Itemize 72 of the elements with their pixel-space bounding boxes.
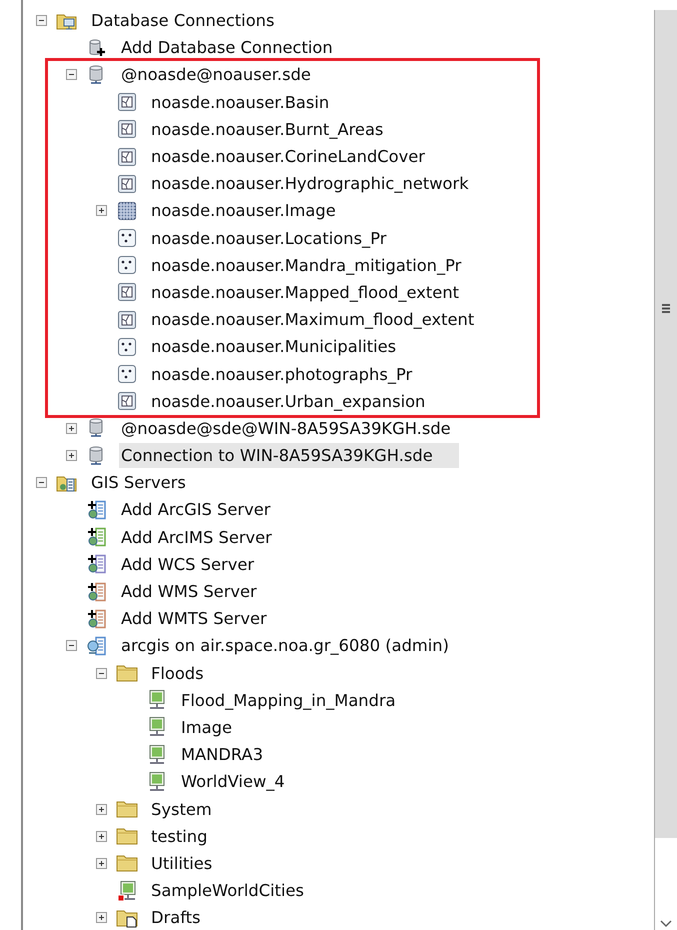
- tree-item[interactable]: noasde.noauser.Locations_Pr: [149, 228, 388, 249]
- tree-item[interactable]: Add WMTS Server: [119, 608, 269, 630]
- tree-item[interactable]: Database Connections: [89, 10, 276, 32]
- collapse-toggle[interactable]: [66, 69, 76, 80]
- map-service-icon: [147, 770, 167, 793]
- polygon-layer-icon: [117, 119, 137, 140]
- tree-item[interactable]: @noasde@sde@WIN-8A59SA39KGH.sde: [119, 418, 453, 439]
- tree-item[interactable]: noasde.noauser.Basin: [149, 92, 332, 113]
- collapse-toggle[interactable]: [36, 477, 46, 488]
- tree-item[interactable]: noasde.noauser.Hydrographic_network: [149, 173, 471, 194]
- tree-item[interactable]: Drafts: [149, 907, 203, 928]
- expand-toggle[interactable]: [96, 205, 106, 216]
- tree-item[interactable]: noasde.noauser.Image: [149, 200, 338, 222]
- expand-toggle[interactable]: [66, 422, 76, 434]
- folder-icon: [116, 799, 138, 820]
- scroll-down-icon[interactable]: [660, 920, 672, 928]
- point-layer-icon: [117, 228, 137, 248]
- tree-item[interactable]: Floods: [149, 662, 206, 684]
- tree-item[interactable]: WorldView_4: [179, 771, 287, 792]
- server-icon: [86, 636, 108, 656]
- tree-item[interactable]: Add Database Connection: [119, 37, 335, 58]
- tree-item[interactable]: arcgis on air.space.noa.gr_6080 (admin): [119, 635, 451, 656]
- point-layer-icon: [117, 364, 137, 384]
- polygon-layer-icon: [117, 92, 137, 112]
- tree-item[interactable]: noasde.noauser.Mandra_mitigation_Pr: [149, 254, 464, 276]
- collapse-toggle[interactable]: [36, 15, 46, 26]
- polygon-layer-icon: [117, 391, 137, 412]
- drafts-folder-icon: [116, 908, 138, 928]
- grip-icon: [661, 303, 671, 314]
- point-layer-icon: [117, 336, 137, 357]
- folder-icon: [116, 663, 138, 684]
- tree-item[interactable]: Add ArcGIS Server: [119, 499, 272, 520]
- tree-item[interactable]: noasde.noauser.Urban_expansion: [149, 390, 428, 412]
- expand-toggle[interactable]: [96, 804, 106, 815]
- tree-item[interactable]: System: [149, 798, 214, 820]
- expand-toggle[interactable]: [96, 830, 106, 842]
- tree-item[interactable]: noasde.noauser.Municipalities: [149, 336, 398, 358]
- tree-item[interactable]: Flood_Mapping_in_Mandra: [179, 690, 398, 711]
- folder-icon: [116, 853, 138, 874]
- map-service-icon: [147, 744, 167, 766]
- map-service-icon: [147, 716, 167, 738]
- tree-item[interactable]: noasde.noauser.Mapped_flood_extent: [149, 282, 462, 303]
- polygon-layer-icon: [117, 310, 137, 330]
- collapse-toggle[interactable]: [66, 640, 76, 652]
- tree-item[interactable]: Add ArcIMS Server: [119, 526, 274, 548]
- polygon-layer-icon: [117, 174, 137, 194]
- expand-toggle[interactable]: [66, 450, 76, 462]
- collapse-toggle[interactable]: [96, 668, 106, 679]
- tree-item[interactable]: testing: [149, 826, 210, 847]
- tree-item[interactable]: Image: [179, 716, 234, 738]
- tree-item[interactable]: Add WCS Server: [119, 554, 256, 575]
- polygon-layer-icon: [117, 282, 137, 302]
- expand-toggle[interactable]: [96, 858, 106, 869]
- tree-item[interactable]: noasde.noauser.photographs_Pr: [149, 364, 414, 385]
- tree-item[interactable]: noasde.noauser.Burnt_Areas: [149, 118, 386, 140]
- polygon-layer-icon: [117, 146, 137, 167]
- expand-toggle[interactable]: [96, 912, 106, 924]
- folder-icon: [116, 826, 138, 846]
- map-service-icon: [147, 689, 167, 712]
- tree-item[interactable]: @noasde@noauser.sde: [119, 64, 313, 86]
- tree-item[interactable]: GIS Servers: [89, 472, 188, 494]
- tree-item[interactable]: Utilities: [149, 852, 214, 874]
- tree-item[interactable]: SampleWorldCities: [149, 880, 306, 902]
- database-add-icon: [87, 38, 107, 58]
- raster-grid-icon: [117, 200, 137, 221]
- tree-item[interactable]: MANDRA3: [179, 744, 266, 766]
- point-layer-icon: [117, 255, 137, 276]
- tree-item[interactable]: noasde.noauser.Maximum_flood_extent: [149, 309, 476, 330]
- tree-item[interactable]: Add WMS Server: [119, 581, 259, 602]
- stopped-map-service-icon: [117, 880, 137, 902]
- tree-item[interactable]: noasde.noauser.CorineLandCover: [149, 146, 427, 168]
- tree-item[interactable]: Connection to WIN-8A59SA39KGH.sde: [119, 443, 459, 468]
